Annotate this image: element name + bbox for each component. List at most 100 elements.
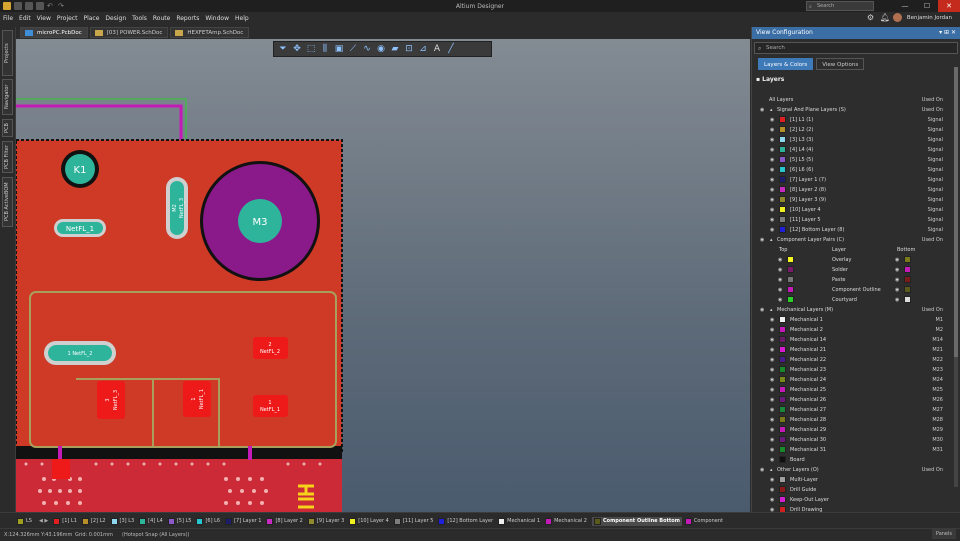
move-icon[interactable]: ✥ [292, 44, 302, 54]
chevron-up-icon[interactable]: ▴ [770, 235, 773, 245]
layer-row[interactable]: ◉ Mechanical 31 M31 [752, 445, 960, 455]
bottom-color-swatch[interactable] [904, 296, 911, 303]
left-tab-pcb[interactable]: PCB [2, 119, 13, 137]
layer-row[interactable]: ◉ Mechanical 1 M1 [752, 315, 960, 325]
eye-icon[interactable]: ◉ [770, 355, 774, 365]
layer-color-swatch[interactable] [779, 196, 786, 203]
layer-color-swatch[interactable] [779, 426, 786, 433]
layer-row[interactable]: ◉ Drill Guide [752, 485, 960, 495]
layer-row[interactable]: ◉ [9] Layer 3 (9) Signal [752, 195, 960, 205]
menu-item-window[interactable]: Window [205, 15, 229, 22]
close-button[interactable]: ✕ [938, 0, 960, 12]
layer-color-swatch[interactable] [779, 446, 786, 453]
layer-row[interactable]: ◉ [1] L1 (1) Signal [752, 115, 960, 125]
layer-tab[interactable]: [9] Layer 3 [307, 517, 346, 525]
top-color-swatch[interactable] [787, 296, 794, 303]
redo-icon[interactable]: ↷ [58, 2, 66, 10]
menu-item-help[interactable]: Help [235, 15, 249, 22]
maximize-button[interactable]: ☐ [916, 0, 938, 12]
layer-color-swatch[interactable] [779, 346, 786, 353]
eye-icon[interactable]: ◉ [770, 135, 774, 145]
layer-row[interactable]: ◉ Mechanical 25 M25 [752, 385, 960, 395]
eye-icon[interactable]: ◉ [770, 225, 774, 235]
layer-row[interactable]: ◉ Mechanical 30 M30 [752, 435, 960, 445]
eye-icon[interactable]: ◉ [895, 285, 899, 295]
layer-tab[interactable]: [1] L1 [53, 517, 79, 525]
layer-tab[interactable]: [7] Layer 1 [225, 517, 263, 525]
eye-icon[interactable]: ◉ [770, 165, 774, 175]
layer-color-swatch[interactable] [779, 326, 786, 333]
keepout-icon[interactable]: ⊡ [404, 44, 414, 54]
layer-group-row[interactable]: ◉ ▴ Signal And Plane Layers (S) Used On [752, 105, 960, 115]
layer-tab[interactable]: Mechanical 1 [498, 517, 542, 525]
layer-row[interactable]: ◉ [4] L4 (4) Signal [752, 145, 960, 155]
bottom-color-swatch[interactable] [904, 276, 911, 283]
diff-pair-icon[interactable]: ∿ [362, 44, 372, 54]
panel-search-input[interactable]: ⌕ Search [754, 42, 958, 54]
layer-row[interactable]: ◉ Mechanical 14 M14 [752, 335, 960, 345]
layer-row[interactable]: ◉ [3] L3 (3) Signal [752, 135, 960, 145]
layer-row[interactable]: ◉ Component Outline ◉ [752, 285, 960, 295]
layer-row[interactable]: ◉ Mechanical 22 M22 [752, 355, 960, 365]
eye-icon[interactable]: ◉ [770, 365, 774, 375]
layer-row[interactable]: ◉ Overlay ◉ [752, 255, 960, 265]
user-name[interactable]: Benjamin Jordan [907, 15, 952, 21]
layer-row[interactable]: ◉ [12] Bottom Layer (8) Signal [752, 225, 960, 235]
undo-icon[interactable]: ↶ [47, 2, 55, 10]
chevron-up-icon[interactable]: ▴ [770, 105, 773, 115]
layer-group-row[interactable]: ◉ ▴ Mechanical Layers (M) Used On [752, 305, 960, 315]
layer-group-row[interactable]: ◉ ▴ Other Layers (O) Used On [752, 465, 960, 475]
left-tab-pcb-activebom[interactable]: PCB ActiveBOM [2, 177, 13, 227]
layer-color-swatch[interactable] [779, 166, 786, 173]
layer-color-swatch[interactable] [779, 486, 786, 493]
layer-color-swatch[interactable] [779, 476, 786, 483]
panel-controls[interactable]: ▾ ⊞ ✕ [939, 27, 956, 39]
layer-row[interactable]: ◉ Mechanical 29 M29 [752, 425, 960, 435]
layer-tab[interactable]: [11] Layer 5 [393, 517, 436, 525]
layer-color-swatch[interactable] [779, 436, 786, 443]
layer-color-swatch[interactable] [779, 226, 786, 233]
eye-icon[interactable]: ◉ [895, 275, 899, 285]
layer-color-swatch[interactable] [779, 336, 786, 343]
layer-row[interactable]: ◉ Mechanical 23 M23 [752, 365, 960, 375]
eye-icon[interactable]: ◉ [770, 195, 774, 205]
left-tab-navigator[interactable]: Navigator [2, 79, 13, 115]
layer-row[interactable]: ◉ [7] Layer 1 (7) Signal [752, 175, 960, 185]
eye-icon[interactable]: ◉ [770, 395, 774, 405]
avatar[interactable] [892, 13, 902, 22]
layer-row[interactable]: ◉ Mechanical 28 M28 [752, 415, 960, 425]
layer-row[interactable]: ◉ [6] L6 (6) Signal [752, 165, 960, 175]
pad-netfl1-mid[interactable] [183, 381, 211, 417]
layer-color-swatch[interactable] [779, 176, 786, 183]
layer-tab[interactable]: [12] Bottom Layer [438, 517, 495, 525]
layer-tab[interactable]: [3] L3 [110, 517, 137, 525]
eye-icon[interactable]: ◉ [770, 415, 774, 425]
eye-icon[interactable]: ◉ [770, 185, 774, 195]
layer-tab[interactable]: [5] L5 [167, 517, 194, 525]
gear-icon[interactable]: ⚙ [867, 13, 875, 22]
layer-tab[interactable]: [10] Layer 4 [349, 517, 391, 525]
top-color-swatch[interactable] [787, 256, 794, 263]
layer-tab[interactable]: Component [684, 517, 725, 525]
layer-scroll-buttons[interactable]: ◀ ▶ [39, 518, 48, 524]
eye-icon[interactable]: ◉ [770, 385, 774, 395]
open-icon[interactable] [36, 2, 44, 10]
eye-icon[interactable]: ◉ [770, 435, 774, 445]
layer-row[interactable]: ◉ Multi-Layer [752, 475, 960, 485]
layer-color-swatch[interactable] [779, 366, 786, 373]
layer-color-swatch[interactable] [779, 116, 786, 123]
layer-row[interactable]: ◉ Mechanical 24 M24 [752, 375, 960, 385]
eye-icon[interactable]: ◉ [895, 295, 899, 305]
layer-row[interactable]: Top Layer Bottom [752, 245, 960, 255]
save-all-icon[interactable] [25, 2, 33, 10]
eye-icon[interactable]: ◉ [770, 125, 774, 135]
eye-icon[interactable]: ◉ [770, 375, 774, 385]
menu-item-project[interactable]: Project [57, 15, 78, 22]
layer-row[interactable]: ◉ [11] Layer 5 Signal [752, 215, 960, 225]
eye-icon[interactable]: ◉ [770, 485, 774, 495]
bottom-color-swatch[interactable] [904, 266, 911, 273]
eye-icon[interactable]: ◉ [770, 345, 774, 355]
pad-netfl1-right[interactable] [253, 395, 288, 417]
menu-item-tools[interactable]: Tools [132, 15, 147, 22]
menu-item-route[interactable]: Route [153, 15, 170, 22]
